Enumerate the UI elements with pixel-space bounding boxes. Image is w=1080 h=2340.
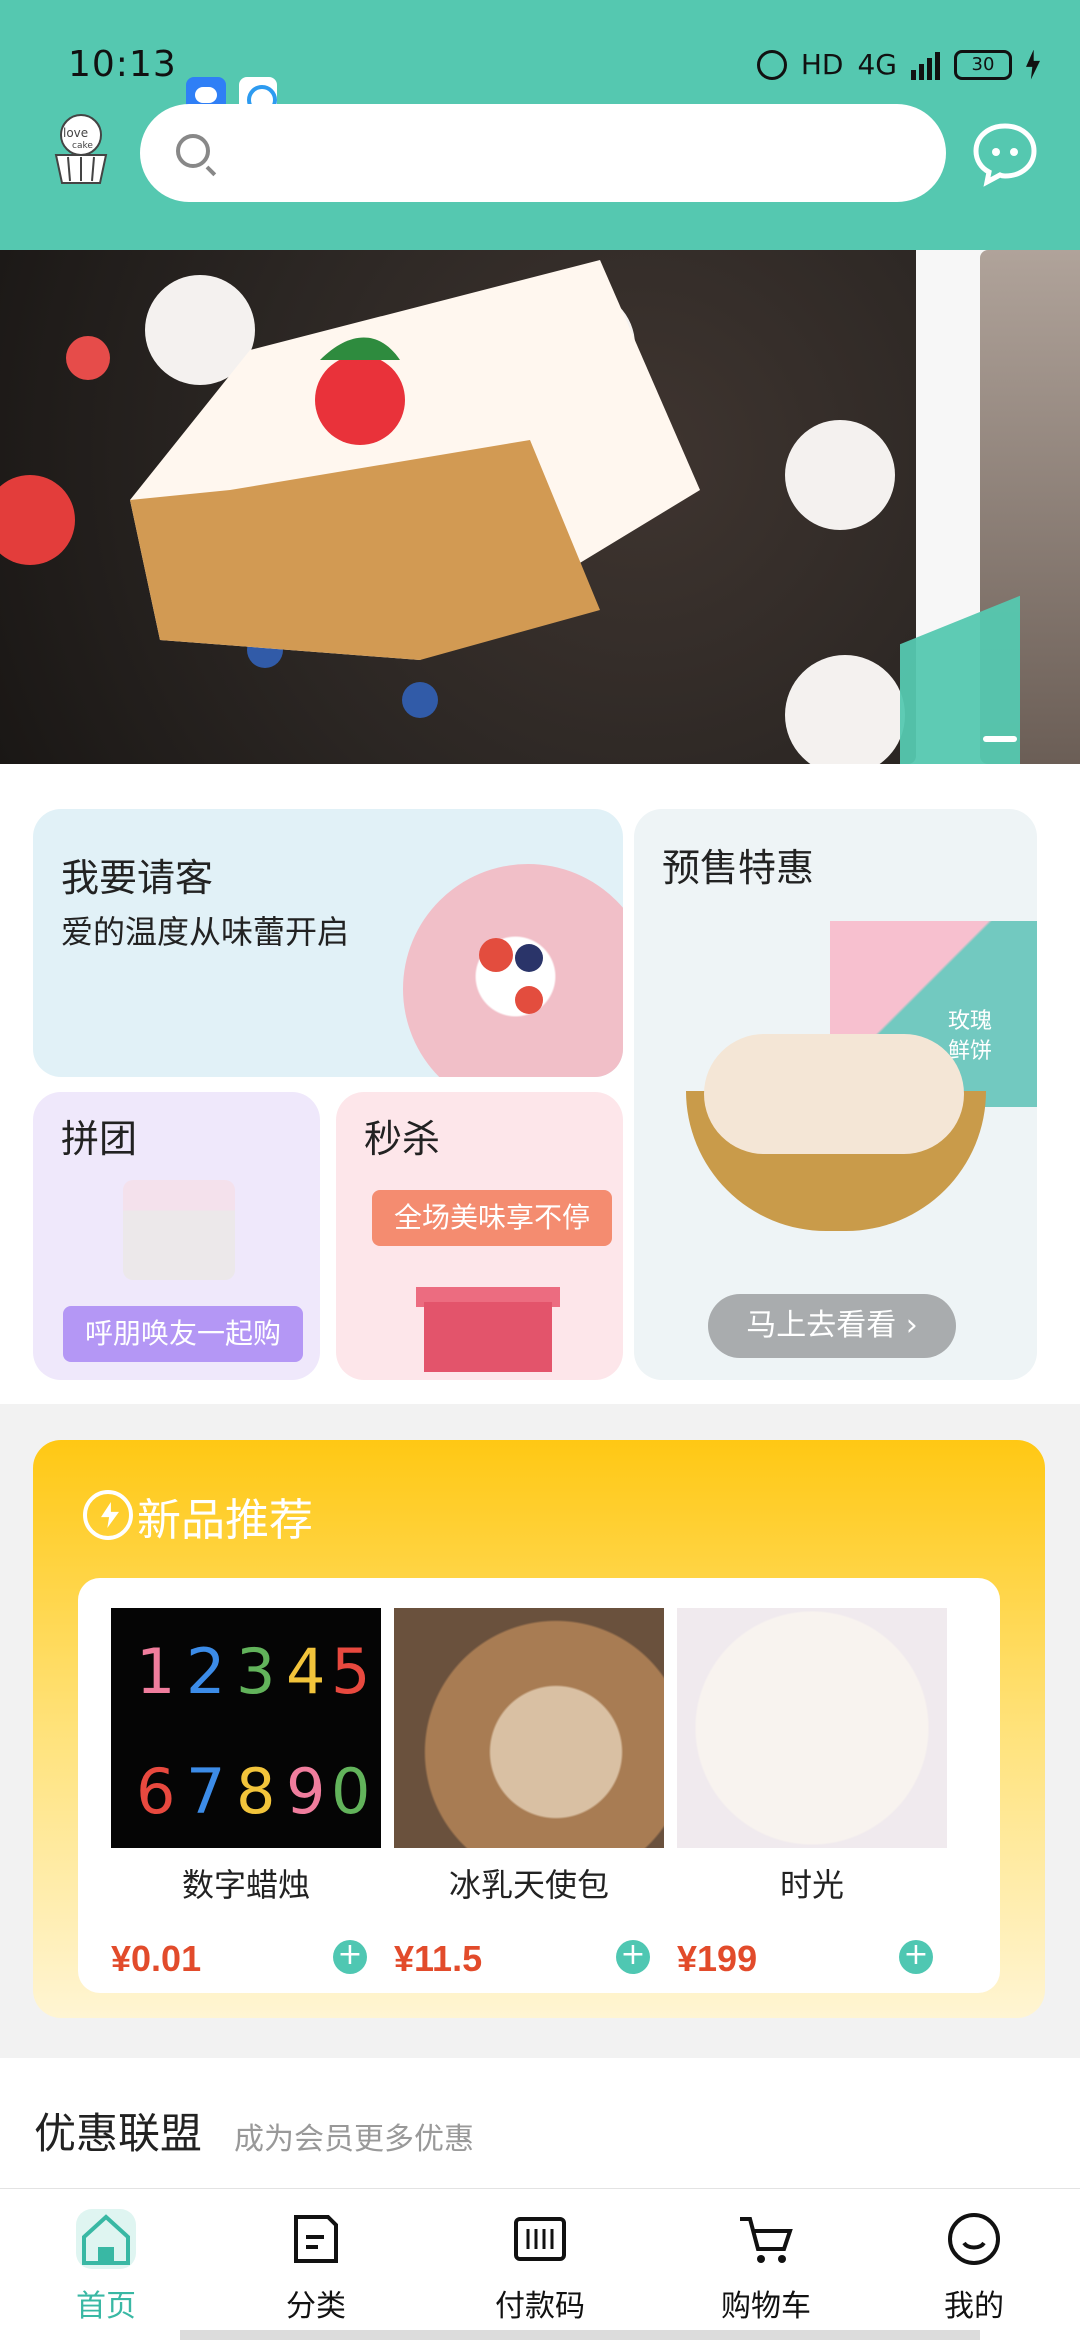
presale-title: 预售特惠 (662, 846, 815, 890)
profile-icon (948, 2213, 1000, 2265)
new-products-title: 新品推荐 (137, 1495, 313, 1546)
presale-card[interactable]: 预售特惠 玫瑰鲜饼 马上去看看 › (634, 809, 1037, 1380)
view-now-button[interactable]: 马上去看看 › (708, 1294, 956, 1358)
cake-image (123, 1180, 235, 1280)
product-image[interactable] (394, 1608, 664, 1848)
pink-cake-image (403, 864, 623, 1077)
tab-payment-code[interactable]: 付款码 (460, 2209, 620, 2329)
product-image[interactable]: 1 2 3 4 5 6 7 8 9 0 (111, 1608, 381, 1848)
add-to-cart-icon[interactable]: + (899, 1940, 933, 1974)
product-price: ¥11.5 (394, 1938, 483, 1979)
treat-subtitle: 爱的温度从味蕾开启 (61, 913, 350, 951)
product-price: ¥199 (677, 1938, 758, 1979)
svg-text:9: 9 (286, 1755, 325, 1828)
flower-cookie-image (704, 1034, 964, 1154)
product-name: 冰乳天使包 (448, 1866, 609, 1904)
product-name: 数字蜡烛 (181, 1866, 310, 1904)
discount-union-section[interactable]: 优惠联盟 成为会员更多优惠 (0, 2058, 1080, 2188)
home-icon (82, 2214, 130, 2265)
signal-icon (911, 50, 940, 80)
tab-cart[interactable]: 购物车 (686, 2209, 846, 2329)
discount-union-subtitle: 成为会员更多优惠 (234, 2122, 474, 2157)
status-indicators: HD 4G 30 (756, 48, 1040, 81)
tab-label: 首页 (76, 2289, 136, 2324)
svg-text:8: 8 (236, 1755, 275, 1828)
treat-card[interactable]: 我要请客 爱的温度从味蕾开启 (33, 809, 623, 1077)
battery-icon: 30 (954, 49, 1012, 80)
svg-text:6: 6 (136, 1755, 175, 1828)
number-candles-image: 1 2 3 4 5 6 7 8 9 0 (136, 1635, 370, 1828)
network-label: 4G (857, 48, 897, 81)
banner-carousel[interactable] (0, 250, 1080, 764)
search-bar[interactable] (140, 104, 946, 202)
charging-icon (1026, 49, 1040, 80)
tab-label: 付款码 (495, 2289, 585, 2324)
product-price: ¥0.01 (111, 1938, 202, 1979)
cake-slice-illustration (0, 260, 905, 764)
discount-union-title: 优惠联盟 (34, 2109, 203, 2158)
svg-text:7: 7 (186, 1755, 225, 1828)
new-products-list: 1 2 3 4 5 6 7 8 9 0 数字蜡烛 ¥0.01 + 冰乳天使包 ¥… (78, 1578, 1000, 1993)
add-to-cart-icon[interactable]: + (616, 1940, 650, 1974)
bottom-navigation: 首页 分类 付款码 购物车 我的 (0, 2188, 1080, 2340)
group-buy-button[interactable]: 呼朋唤友一起购 (63, 1306, 303, 1362)
group-buy-card[interactable]: 拼团 呼朋唤友一起购 (33, 1092, 320, 1380)
flash-sale-card[interactable]: 秒杀 全场美味享不停 (336, 1092, 623, 1380)
lightning-icon (83, 1490, 133, 1540)
svg-text:5: 5 (331, 1635, 370, 1708)
svg-text:0: 0 (331, 1755, 370, 1828)
category-icon (294, 2215, 338, 2263)
flash-sale-tag: 全场美味享不停 (372, 1190, 612, 1246)
tab-home[interactable]: 首页 (26, 2209, 186, 2329)
system-gesture-bar (180, 2330, 980, 2340)
search-input[interactable] (235, 124, 915, 182)
barcode-icon (514, 2217, 566, 2261)
tab-label: 购物车 (721, 2289, 811, 2324)
new-products-section: 新品推荐 1 2 3 4 5 6 7 8 9 0 数字蜡烛 ¥0.01 + 冰乳… (33, 1440, 1045, 2018)
svg-text:2: 2 (186, 1635, 225, 1708)
svg-text:3: 3 (236, 1635, 275, 1708)
promo-grid: 我要请客 爱的温度从味蕾开启 拼团 呼朋唤友一起购 秒杀 全场美味享不停 预售特… (0, 764, 1080, 1404)
status-bar: 10:13 HD 4G 30 (0, 30, 1080, 115)
flash-sale-title: 秒杀 (364, 1117, 441, 1161)
tab-profile[interactable]: 我的 (894, 2209, 1054, 2329)
svg-text:love: love (63, 126, 88, 140)
svg-text:4: 4 (286, 1635, 325, 1708)
top-header: 10:13 HD 4G 30 love cake (0, 0, 1080, 250)
status-time: 10:13 (68, 44, 177, 85)
svg-text:cake: cake (72, 141, 93, 151)
gift-case-label: 玫瑰鲜饼 (948, 1009, 993, 1064)
banner-indicator (983, 736, 1017, 742)
product-item[interactable]: 1 2 3 4 5 6 7 8 9 0 数字蜡烛 ¥0.01 + (111, 1608, 381, 1988)
svg-text:1: 1 (136, 1635, 175, 1708)
cart-icon (740, 2217, 793, 2263)
treat-title: 我要请客 (61, 856, 214, 900)
alarm-icon (756, 49, 787, 80)
gift-box-image (424, 1302, 552, 1372)
product-item[interactable]: 时光 ¥199 + (677, 1608, 947, 1988)
tab-label: 我的 (944, 2289, 1004, 2324)
banner-cake-image[interactable] (0, 250, 916, 764)
product-image[interactable] (677, 1608, 947, 1848)
group-buy-title: 拼团 (61, 1117, 138, 1161)
hd-label: HD (800, 48, 844, 81)
product-name: 时光 (779, 1866, 844, 1904)
add-to-cart-icon[interactable]: + (333, 1940, 367, 1974)
tab-category[interactable]: 分类 (236, 2209, 396, 2329)
tab-label: 分类 (286, 2289, 346, 2324)
love-cake-logo[interactable]: love cake (46, 113, 116, 188)
message-icon[interactable] (970, 118, 1040, 188)
product-item[interactable]: 冰乳天使包 ¥11.5 + (394, 1608, 664, 1988)
search-icon (176, 134, 210, 168)
